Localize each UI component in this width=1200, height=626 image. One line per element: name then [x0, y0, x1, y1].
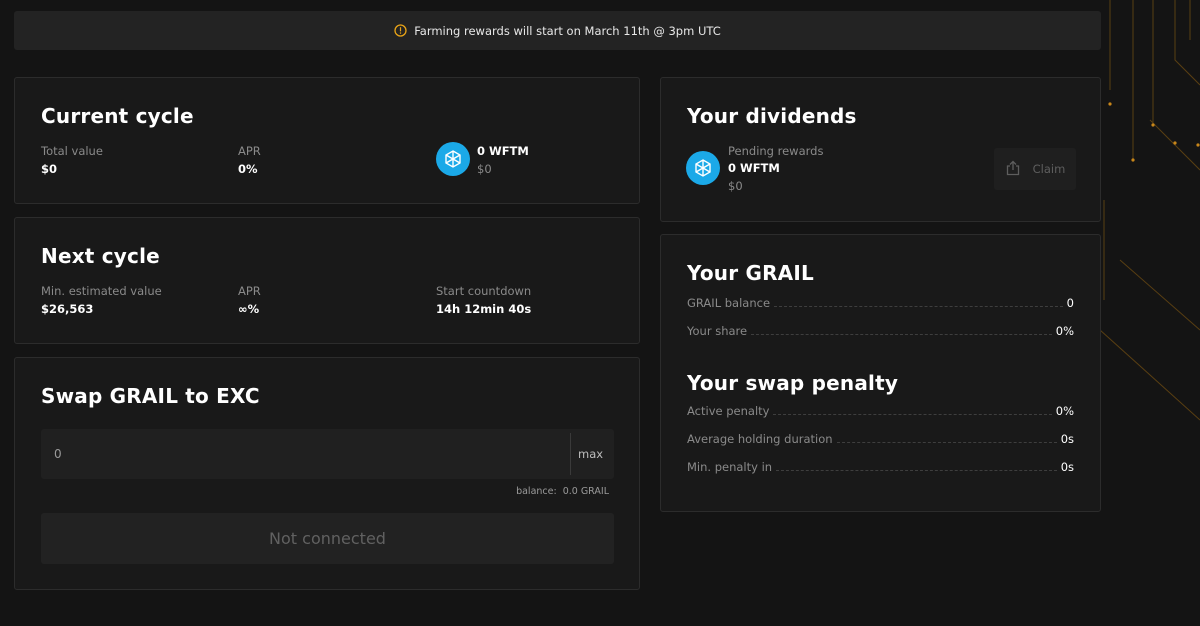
dividends-card: Your dividends Pending rewards 0 WFTM $0… [660, 77, 1101, 222]
warning-circle-icon [394, 24, 407, 37]
balance-value: 0.0 GRAIL [562, 486, 609, 497]
share-upload-icon [1005, 160, 1021, 179]
your-share-value: 0% [1055, 324, 1074, 338]
avg-holding-duration-value: 0s [1060, 432, 1074, 446]
swap-title: Swap GRAIL to EXC [41, 384, 260, 408]
dotted-leader [751, 334, 1052, 335]
reward-amount: 0 WFTM [477, 144, 529, 158]
apr-value: 0% [238, 162, 258, 176]
max-button[interactable]: max [578, 447, 603, 461]
pending-rewards-usd: $0 [728, 179, 743, 193]
dotted-leader [773, 414, 1052, 415]
dividends-title: Your dividends [687, 104, 857, 128]
wftm-token-icon [686, 151, 720, 185]
input-divider [570, 433, 571, 475]
balance-readout: balance: 0.0 GRAIL [516, 486, 609, 497]
grail-balance-value: 0 [1066, 296, 1074, 310]
your-share-row: Your share 0% [687, 324, 1074, 338]
start-countdown-label: Start countdown [436, 284, 532, 298]
next-apr-label: APR [238, 284, 261, 298]
banner-text: Farming rewards will start on March 11th… [414, 23, 721, 38]
your-share-label: Your share [687, 324, 748, 338]
active-penalty-value: 0% [1055, 404, 1074, 418]
total-value: $0 [41, 162, 58, 176]
min-penalty-in-value: 0s [1060, 460, 1074, 474]
grail-card: Your GRAIL GRAIL balance 0 Your share 0%… [660, 234, 1101, 512]
next-cycle-title: Next cycle [41, 244, 160, 268]
dotted-leader [774, 306, 1063, 307]
min-penalty-in-row: Min. penalty in 0s [687, 460, 1074, 474]
min-estimated-value: $26,563 [41, 302, 94, 316]
start-countdown: 14h 12min 40s [436, 302, 532, 316]
dotted-leader [776, 470, 1057, 471]
swap-penalty-title: Your swap penalty [687, 371, 899, 395]
grail-title: Your GRAIL [687, 261, 814, 285]
claim-button[interactable]: Claim [994, 148, 1076, 190]
apr-label: APR [238, 144, 261, 158]
next-apr-value: ∞% [238, 302, 260, 316]
balance-label: balance: [516, 486, 557, 497]
dotted-leader [836, 442, 1057, 443]
pending-rewards-amount: 0 WFTM [728, 161, 780, 175]
swap-amount-input[interactable] [41, 429, 569, 479]
avg-holding-duration-row: Average holding duration 0s [687, 432, 1074, 446]
next-cycle-card: Next cycle Min. estimated value $26,563 … [14, 217, 640, 344]
grail-balance-row: GRAIL balance 0 [687, 296, 1074, 310]
claim-label: Claim [1032, 162, 1066, 176]
avg-holding-duration-label: Average holding duration [687, 432, 833, 446]
current-cycle-card: Current cycle Total value $0 APR 0% 0 WF… [14, 77, 640, 204]
active-penalty-row: Active penalty 0% [687, 404, 1074, 418]
total-value-label: Total value [41, 144, 103, 158]
swap-amount-field: max [41, 429, 614, 479]
announcement-banner: Farming rewards will start on March 11th… [14, 11, 1101, 50]
wftm-token-icon [436, 142, 470, 176]
pending-rewards-label: Pending rewards [728, 144, 824, 158]
min-estimated-value-label: Min. estimated value [41, 284, 162, 298]
not-connected-button[interactable]: Not connected [41, 513, 614, 564]
current-cycle-title: Current cycle [41, 104, 194, 128]
grail-balance-label: GRAIL balance [687, 296, 771, 310]
swap-card: Swap GRAIL to EXC max balance: 0.0 GRAIL… [14, 357, 640, 590]
reward-usd: $0 [477, 162, 492, 176]
min-penalty-in-label: Min. penalty in [687, 460, 773, 474]
active-penalty-label: Active penalty [687, 404, 770, 418]
